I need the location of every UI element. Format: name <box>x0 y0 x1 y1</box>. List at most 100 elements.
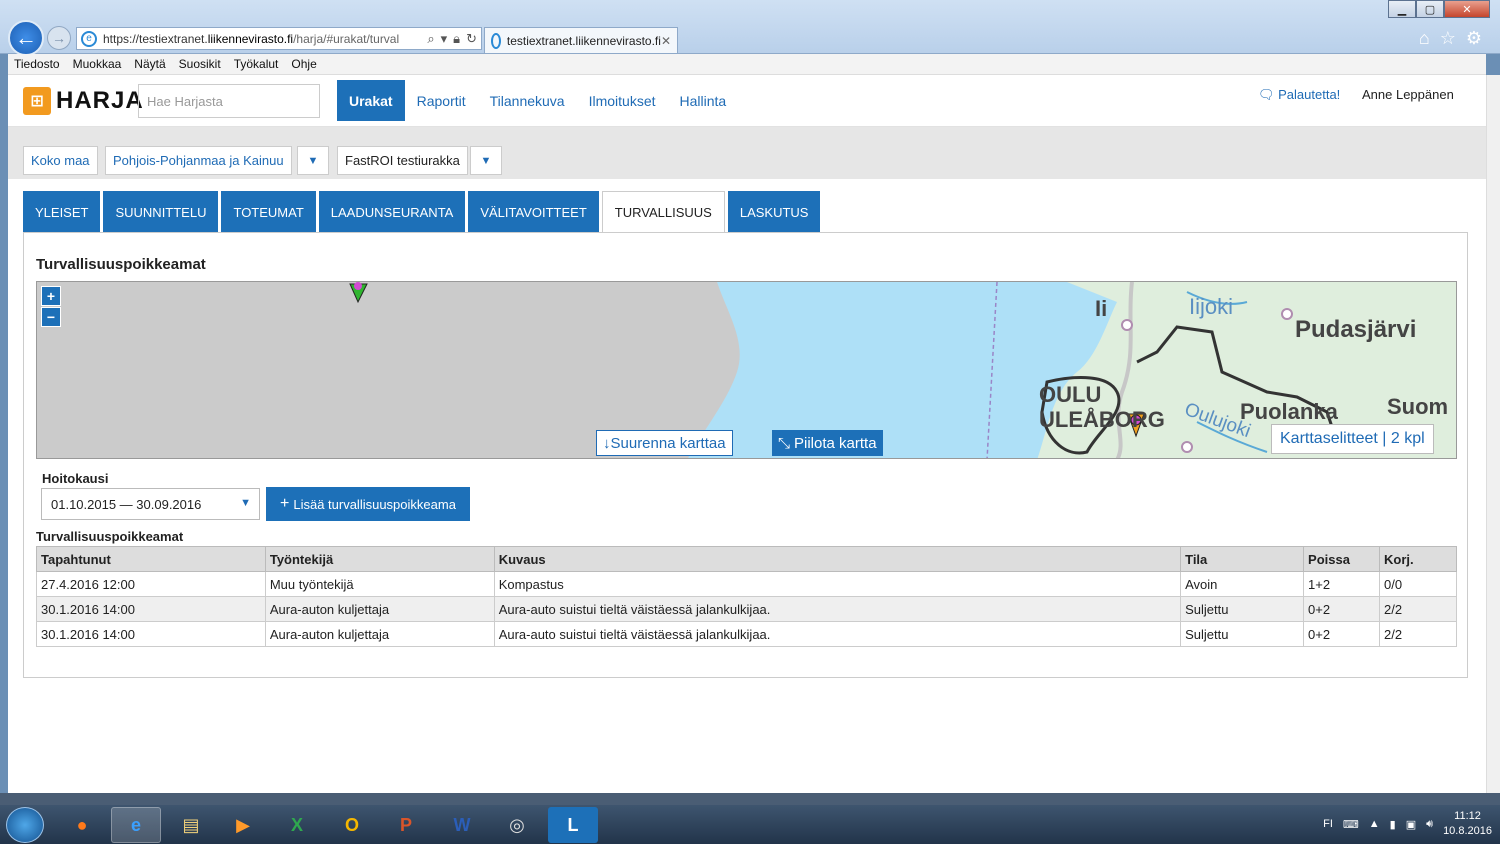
cell-tila: Avoin <box>1180 571 1305 597</box>
outlook-icon[interactable]: O <box>327 807 377 843</box>
maximize-button[interactable]: ▢ <box>1416 0 1444 18</box>
close-window-button[interactable]: ✕ <box>1444 0 1490 18</box>
hide-map-button[interactable]: ⤡ Piilota kartta <box>772 430 883 456</box>
favorites-star-icon[interactable]: ☆ <box>1440 28 1456 49</box>
zoom-out-button[interactable]: − <box>41 307 61 327</box>
gear-icon[interactable]: ⚙ <box>1466 28 1482 49</box>
map-view[interactable]: Ii Iijoki Pudasjärvi OULU ULEÅBORG Ouluj… <box>36 281 1457 459</box>
breadcrumb-region[interactable]: Pohjois-Pohjanmaa ja Kainuu <box>105 146 292 175</box>
table-row[interactable]: 30.1.2016 14:00 Aura-auton kuljettaja Au… <box>36 621 1457 647</box>
feedback-link[interactable]: 🗨︎ Palautetta! <box>1258 87 1340 103</box>
col-header-tyontekija[interactable]: Työntekijä <box>264 546 495 572</box>
col-header-poissa[interactable]: Poissa <box>1303 546 1380 572</box>
window-controls: ▁ ▢ ✕ <box>1388 0 1490 18</box>
browser-tab[interactable]: testiextranet.liikennevirasto.fi ✕ <box>484 27 678 53</box>
firefox-icon[interactable]: ● <box>57 807 107 843</box>
breadcrumb: Koko maa Pohjois-Pohjanmaa ja Kainuu ▼ F… <box>8 127 1486 179</box>
address-bar[interactable]: e https://testiextranet.liikennevirasto.… <box>76 27 482 50</box>
forward-button[interactable]: → <box>47 26 71 50</box>
nav-ilmoitukset[interactable]: Ilmoitukset <box>577 80 668 121</box>
region-chevron-down-icon[interactable]: ▼ <box>297 146 329 175</box>
map-label-ii: Ii <box>1095 296 1108 321</box>
clock[interactable]: 11:12 10.8.2016 <box>1443 809 1492 839</box>
nav-urakat[interactable]: Urakat <box>337 80 405 121</box>
back-button[interactable]: ← <box>8 20 44 56</box>
menu-favorites[interactable]: Suosikit <box>179 57 221 71</box>
nav-raportit[interactable]: Raportit <box>405 80 478 121</box>
dropdown-icon[interactable]: ▾ <box>441 31 448 47</box>
table-row[interactable]: 27.4.2016 12:00 Muu työntekijä Kompastus… <box>36 571 1457 597</box>
cell-tapahtunut: 30.1.2016 14:00 <box>36 621 266 647</box>
home-icon[interactable]: ⌂ <box>1419 28 1430 49</box>
col-header-tapahtunut[interactable]: Tapahtunut <box>36 546 266 572</box>
tray-arrow-icon[interactable]: ▲ <box>1369 818 1380 830</box>
contract-chevron-down-icon[interactable]: ▼ <box>470 146 502 175</box>
internet-explorer-icon[interactable]: e <box>111 807 161 843</box>
volume-icon[interactable]: 🔊︎ <box>1426 818 1433 831</box>
network-icon[interactable]: ▣ <box>1406 818 1416 831</box>
tab-laskutus[interactable]: LASKUTUS <box>727 191 821 233</box>
map-label-puolanka: Puolanka <box>1240 399 1338 424</box>
browser-chrome: ▁ ▢ ✕ ← → e https://testiextranet.liiken… <box>0 0 1500 56</box>
cell-kuvaus: Aura-auto suistui tieltä väistäessä jala… <box>493 621 1182 647</box>
settings-circle-icon[interactable]: ◎ <box>492 807 542 843</box>
col-header-tila[interactable]: Tila <box>1180 546 1305 572</box>
enlarge-map-button[interactable]: ↓ Suurenna karttaa <box>596 430 733 456</box>
map-legend-button[interactable]: Karttaselitteet | 2 kpl <box>1271 424 1434 454</box>
menu-file[interactable]: Tiedosto <box>14 57 60 71</box>
zoom-in-button[interactable]: + <box>41 286 61 306</box>
search-icon[interactable]: ⌕ <box>427 31 434 47</box>
col-header-korj[interactable]: Korj. <box>1379 546 1457 572</box>
menu-view[interactable]: Näytä <box>134 57 165 71</box>
tab-yleiset[interactable]: YLEISET <box>23 191 101 233</box>
cell-korj: 2/2 <box>1379 621 1457 647</box>
cell-korj: 0/0 <box>1379 571 1457 597</box>
tab-laadunseuranta[interactable]: LAADUNSEURANTA <box>318 191 466 233</box>
close-tab-icon[interactable]: ✕ <box>661 34 671 48</box>
user-name[interactable]: Anne Leppänen <box>1362 87 1454 102</box>
media-player-icon[interactable]: ▶ <box>218 807 268 843</box>
nav-hallinta[interactable]: Hallinta <box>668 80 739 121</box>
tab-turvallisuus[interactable]: TURVALLISUUS <box>601 191 725 233</box>
cell-poissa: 0+2 <box>1303 596 1380 622</box>
incidents-table: Tapahtunut Työntekijä Kuvaus Tila Poissa… <box>36 546 1457 647</box>
tab-valitavoitteet[interactable]: VÄLITAVOITTEET <box>468 191 599 233</box>
col-header-kuvaus[interactable]: Kuvaus <box>493 546 1182 572</box>
language-indicator[interactable]: FI <box>1323 818 1333 830</box>
map-label-oulu: OULU <box>1039 382 1102 407</box>
table-row[interactable]: 30.1.2016 14:00 Aura-auton kuljettaja Au… <box>36 596 1457 622</box>
excel-icon[interactable]: X <box>272 807 322 843</box>
tab-toteumat[interactable]: TOTEUMAT <box>221 191 316 233</box>
word-icon[interactable]: W <box>437 807 487 843</box>
chevron-down-icon: ▼ <box>240 497 251 509</box>
page-scrollbar[interactable] <box>1486 75 1500 793</box>
battery-icon[interactable]: ▮ <box>1390 818 1396 831</box>
lock-icon[interactable]: 🔒︎ <box>453 31 460 47</box>
harja-logo[interactable]: ⊞ HARJA <box>23 87 144 115</box>
tab-suunnittelu[interactable]: SUUNNITTELU <box>103 191 219 233</box>
cell-tyontekija: Aura-auton kuljettaja <box>264 621 495 647</box>
period-label: Hoitokausi <box>42 471 109 486</box>
menu-help[interactable]: Ohje <box>291 57 316 71</box>
table-title: Turvallisuuspoikkeamat <box>36 529 184 544</box>
cell-tyontekija: Muu työntekijä <box>264 571 495 597</box>
start-button[interactable] <box>6 807 44 843</box>
menu-edit[interactable]: Muokkaa <box>73 57 122 71</box>
keyboard-icon[interactable]: ⌨ <box>1343 818 1359 831</box>
file-explorer-icon[interactable]: ▤ <box>166 807 216 843</box>
section-title: Turvallisuuspoikkeamat <box>36 256 206 273</box>
powerpoint-icon[interactable]: P <box>381 807 431 843</box>
breadcrumb-contract[interactable]: FastROI testiurakka <box>337 146 468 175</box>
menu-tools[interactable]: Työkalut <box>234 57 279 71</box>
lync-icon[interactable]: L <box>548 807 598 843</box>
add-incident-button[interactable]: + Lisää turvallisuuspoikkeama <box>266 487 470 521</box>
map-label-iijoki: Iijoki <box>1189 294 1234 319</box>
search-input[interactable]: Hae Harjasta <box>138 84 320 118</box>
period-select[interactable]: 01.10.2015 — 30.09.2016 ▼ <box>41 488 260 520</box>
refresh-icon[interactable]: ↻ <box>466 31 477 47</box>
breadcrumb-root[interactable]: Koko maa <box>23 146 98 175</box>
nav-tilannekuva[interactable]: Tilannekuva <box>478 80 577 121</box>
safety-panel: Turvallisuuspoikkeamat Ii Iijoki Pudasjä… <box>23 232 1468 678</box>
minimize-button[interactable]: ▁ <box>1388 0 1416 18</box>
top-navigation: Urakat Raportit Tilannekuva Ilmoitukset … <box>337 80 738 121</box>
